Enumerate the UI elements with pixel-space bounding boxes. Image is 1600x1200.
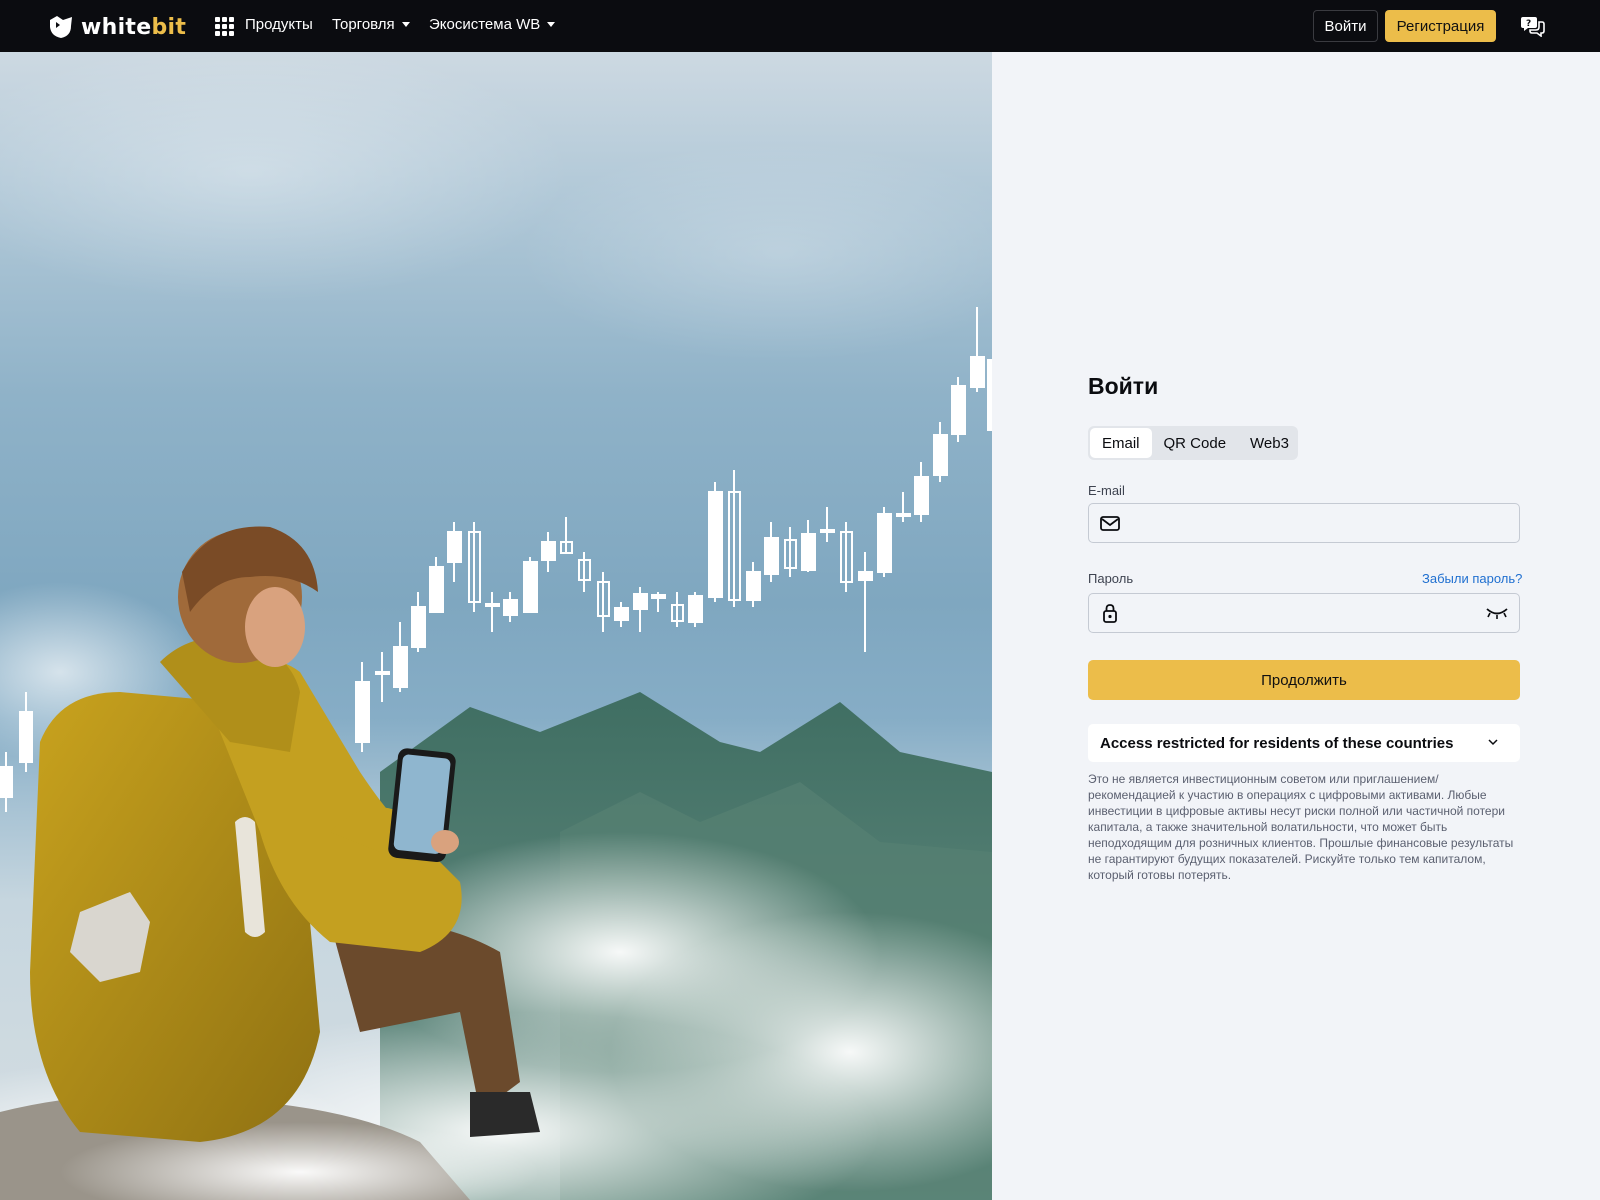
nav-item-trading[interactable]: Торговля [332,16,410,33]
envelope-icon [1100,516,1120,531]
top-navigation-bar: whitebit Продукты Торговля Экосистема WB… [0,0,1600,52]
login-button[interactable]: Войти [1313,10,1378,42]
chat-question-icon[interactable]: ? [1521,15,1545,37]
nav-item-label: Экосистема WB [429,16,541,33]
hero-illustration [0,52,992,1200]
lock-icon [1103,604,1117,623]
nav-item-ecosystem[interactable]: Экосистема WB [429,16,556,33]
whitebit-logo-icon [50,16,72,38]
restricted-countries-toggle[interactable]: Access restricted for residents of these… [1088,724,1520,762]
caret-down-icon [401,22,410,27]
logo-text: whitebit [81,14,187,40]
nav-item-products[interactable]: Продукты [245,16,313,33]
caret-down-icon [547,22,556,27]
login-title: Войти [1088,373,1159,399]
svg-text:?: ? [1526,19,1531,29]
tab-qr-code[interactable]: QR Code [1152,428,1239,458]
nav-item-label: Торговля [332,16,395,33]
forgot-password-link[interactable]: Забыли пароль? [1422,571,1522,586]
hero-scene [0,52,992,1200]
chevron-down-icon [1488,739,1498,746]
grid-icon[interactable] [215,17,234,36]
continue-button[interactable]: Продолжить [1088,660,1520,700]
password-field-wrapper [1088,593,1520,633]
risk-disclaimer: Это не является инвестиционным советом и… [1088,772,1514,882]
restricted-countries-label: Access restricted for residents of these… [1100,734,1454,752]
email-label: E-mail [1088,483,1125,498]
register-button[interactable]: Регистрация [1385,10,1496,42]
tab-email[interactable]: Email [1090,428,1152,458]
nav-item-label: Продукты [245,16,313,33]
eye-closed-icon[interactable] [1485,606,1509,620]
tab-web3[interactable]: Web3 [1238,428,1301,458]
password-input[interactable] [1129,594,1489,632]
whitebit-logo[interactable]: whitebit [47,13,186,41]
email-input[interactable] [1129,504,1489,542]
login-method-tabs: Email QR Code Web3 [1088,426,1298,460]
password-label: Пароль [1088,571,1134,586]
email-field-wrapper [1088,503,1520,543]
